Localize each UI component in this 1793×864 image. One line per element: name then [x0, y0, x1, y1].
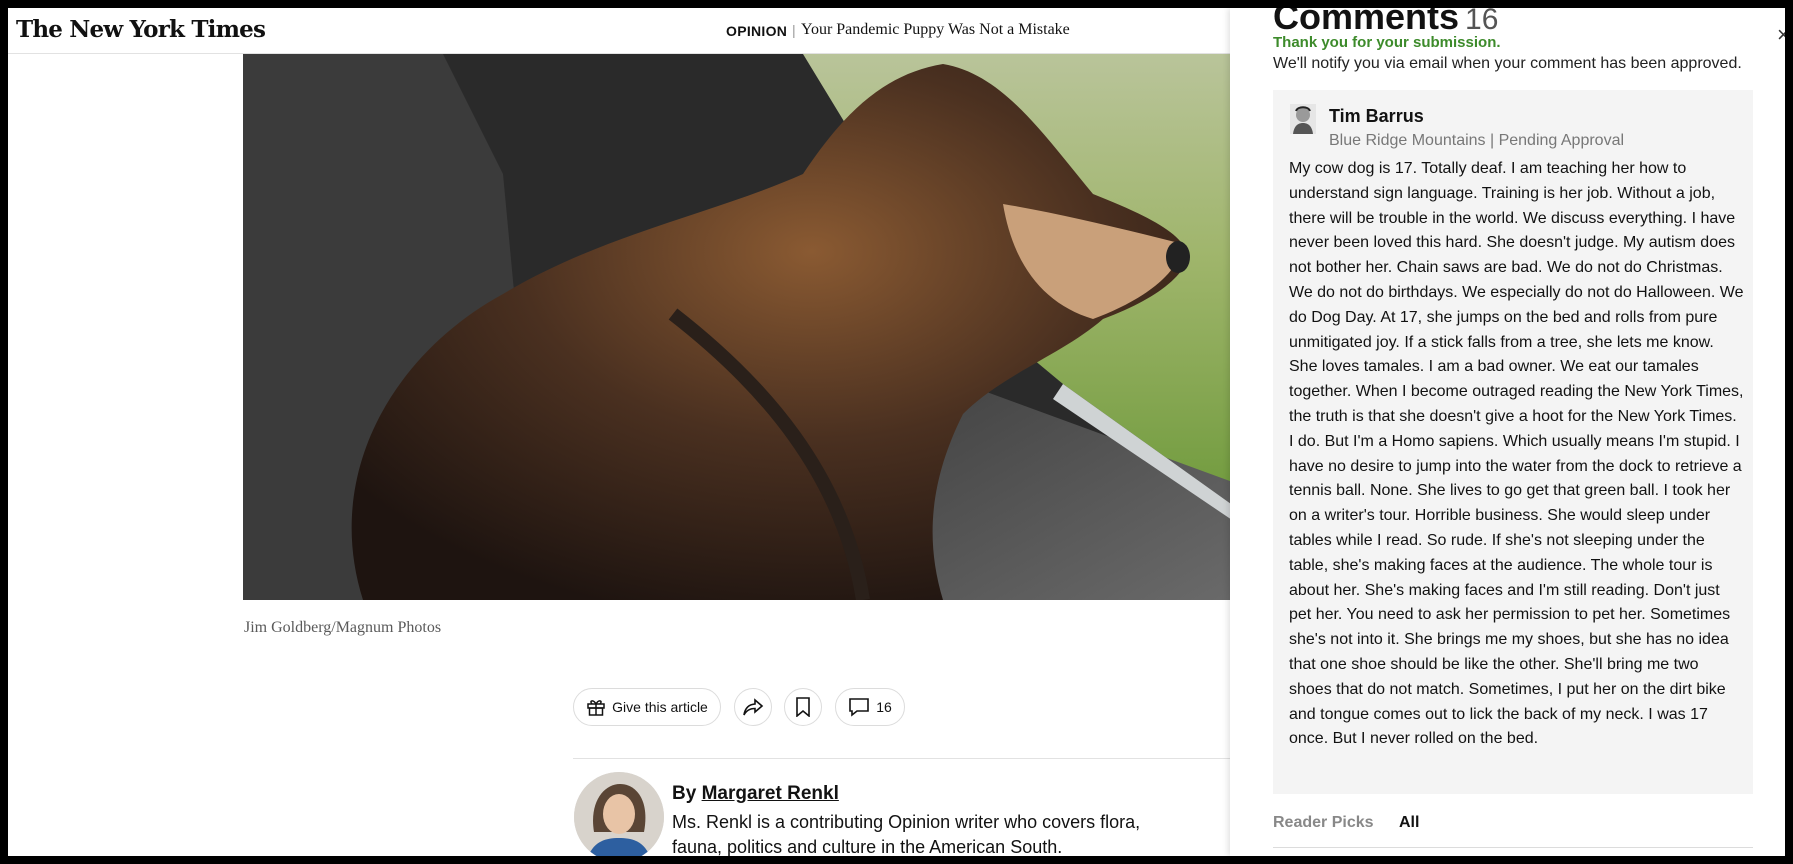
save-bookmark-button[interactable]: [784, 688, 822, 726]
comment-tabs: Reader Picks All: [1273, 814, 1753, 848]
author-bio: Ms. Renkl is a contributing Opinion writ…: [672, 812, 1141, 856]
gift-icon: [586, 697, 606, 717]
tab-all[interactable]: All: [1399, 814, 1419, 832]
comments-title-label: Comments: [1273, 8, 1460, 37]
author-avatar: [574, 772, 664, 856]
divider: [573, 758, 1238, 759]
comments-button[interactable]: 16: [835, 688, 905, 726]
section-label[interactable]: OPINION: [726, 23, 787, 39]
comments-title-count: 16: [1465, 8, 1499, 36]
page: The New York Times OPINION | Your Pandem…: [8, 8, 1785, 856]
header-separator: |: [792, 22, 796, 38]
comments-count: 16: [876, 699, 892, 715]
byline-prefix: By: [672, 783, 697, 804]
share-icon: [742, 697, 764, 717]
nyt-logo[interactable]: The New York Times: [16, 16, 266, 43]
approval-notice: We'll notify you via email when your com…: [1273, 55, 1742, 72]
comment-card: Tim Barrus Blue Ridge Mountains | Pendin…: [1273, 90, 1753, 794]
article-photo: [243, 54, 1238, 600]
commenter-avatar: [1290, 104, 1316, 134]
close-icon[interactable]: ×: [1777, 22, 1785, 48]
give-article-label: Give this article: [612, 699, 708, 715]
give-article-button[interactable]: Give this article: [573, 688, 721, 726]
byline: By Margaret Renkl: [672, 783, 839, 805]
comment-bubble-icon: [848, 697, 870, 717]
comments-panel: Comments 16 × Thank you for your submissi…: [1230, 8, 1785, 856]
comment-meta: Blue Ridge Mountains | Pending Approval: [1329, 132, 1625, 149]
author-link[interactable]: Margaret Renkl: [702, 783, 839, 804]
commenter-name: Tim Barrus: [1329, 106, 1424, 126]
share-button[interactable]: [734, 688, 772, 726]
header-headline: Your Pandemic Puppy Was Not a Mistake: [801, 21, 1070, 38]
submission-thanks: Thank you for your submission.: [1273, 34, 1501, 51]
photo-caption: Jim Goldberg/Magnum Photos: [244, 619, 442, 636]
tab-reader-picks[interactable]: Reader Picks: [1273, 814, 1374, 832]
bookmark-icon: [795, 697, 811, 717]
comment-body: My cow dog is 17. Totally deaf. I am tea…: [1289, 160, 1744, 748]
